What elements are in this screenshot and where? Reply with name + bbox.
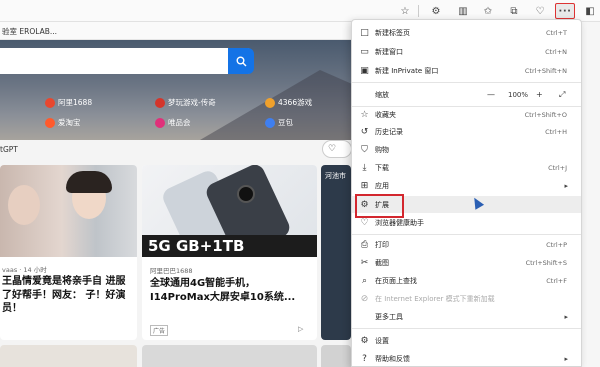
- sidebar-icon[interactable]: ◧: [582, 3, 598, 19]
- menu-item-help[interactable]: ? 帮助和反馈 ▸: [352, 350, 581, 367]
- doubao-icon: [265, 117, 275, 128]
- feed-settings-pill[interactable]: ♡: [322, 140, 352, 158]
- window-icon: ▭: [360, 46, 369, 57]
- zoom-level: 100%: [508, 90, 529, 99]
- quick-link-doubao[interactable]: 豆包: [265, 117, 293, 128]
- collections-icon[interactable]: ⧉: [506, 3, 522, 19]
- hair-shape: [66, 171, 112, 193]
- ad-source: 阿里巴巴1688: [150, 267, 193, 275]
- news-image: [0, 165, 137, 257]
- quick-link-1688[interactable]: 阿里1688: [45, 97, 92, 108]
- news-card-partial[interactable]: 河池市: [321, 165, 351, 340]
- camera-shape: [237, 185, 255, 203]
- 1688-icon: [45, 97, 55, 108]
- menu-item-new-window[interactable]: ▭ 新建窗口 Ctrl+N: [352, 43, 581, 60]
- ad-card[interactable]: 5G GB+1TB 阿里巴巴1688 全球通用4G智能手机， I14ProMax…: [142, 165, 317, 340]
- scissors-icon: ✂: [360, 257, 369, 268]
- menu-item-shopping[interactable]: ⛉ 购物: [352, 141, 581, 158]
- browser-essentials-icon[interactable]: ♡: [532, 3, 548, 19]
- search-icon: [236, 56, 246, 66]
- zoom-out-button[interactable]: —: [487, 90, 495, 99]
- menu-item-print[interactable]: ⎙ 打印 Ctrl+P: [352, 236, 581, 253]
- menu-item-favorites[interactable]: ☆ 收藏夹 Ctrl+Shift+O: [352, 106, 581, 123]
- news-title[interactable]: 王晶情爱竟是将亲手自 进服了好帮手！网友： 子！好演员！: [2, 275, 134, 316]
- news-card[interactable]: [142, 345, 317, 367]
- news-card[interactable]: [0, 345, 137, 367]
- fullscreen-icon[interactable]: ⤢: [559, 90, 565, 100]
- ie-icon: ⊘: [360, 293, 369, 304]
- star-icon[interactable]: ☆: [397, 3, 413, 19]
- taobao-icon: [45, 117, 55, 128]
- settings-more-button[interactable]: ···: [555, 3, 575, 19]
- settings-menu: □ 新建标签页 Ctrl+T ▭ 新建窗口 Ctrl+N ▣ 新建 InPrivate 窗…: [351, 19, 582, 367]
- favorites-icon: ☆: [360, 109, 369, 120]
- news-card[interactable]: vaas · 14 小时 王晶情爱竟是将亲手自 进服了好帮手！网友： 子！好演员…: [0, 165, 137, 340]
- chevron-right-icon: ▸: [564, 354, 568, 363]
- download-icon: ⤓: [362, 162, 367, 173]
- menu-item-more-tools[interactable]: 更多工具 ▸: [352, 308, 581, 325]
- heart-pulse-icon: ♡: [360, 217, 369, 228]
- menu-separator: [352, 234, 581, 235]
- news-source: vaas · 14 小时: [2, 266, 47, 274]
- shopping-icon: ⛉: [361, 144, 368, 155]
- separator: [418, 5, 419, 17]
- search-button[interactable]: [228, 48, 254, 74]
- apps-icon: ⊞: [360, 180, 369, 191]
- feed-bottom-row: [0, 345, 351, 367]
- inprivate-icon: ▣: [360, 65, 369, 76]
- menu-item-find[interactable]: ⌕ 在页面上查找 Ctrl+F: [352, 272, 581, 289]
- gear-icon: ⚙: [360, 335, 369, 346]
- ad-title[interactable]: 全球通用4G智能手机， I14ProMax大屏安卓10系统...: [150, 277, 315, 304]
- menu-item-history[interactable]: ↺ 历史记录 Ctrl+H: [352, 123, 581, 140]
- chevron-right-icon: ▸: [564, 312, 568, 321]
- heart-icon: ♡: [328, 144, 337, 154]
- new-tab-icon: □: [360, 27, 369, 38]
- favorites-icon[interactable]: ✩: [480, 3, 496, 19]
- help-icon: ?: [362, 353, 367, 364]
- scrollbar[interactable]: [582, 22, 600, 367]
- print-icon: ⎙: [360, 239, 369, 250]
- card-label: 河池市: [325, 172, 346, 180]
- vip-icon: [155, 117, 165, 128]
- ad-badge: 广告: [150, 325, 169, 336]
- menu-item-new-tab[interactable]: □ 新建标签页 Ctrl+T: [352, 24, 581, 41]
- menu-item-settings[interactable]: ⚙ 设置: [352, 332, 581, 349]
- find-icon: ⌕: [361, 275, 368, 286]
- news-card[interactable]: [321, 345, 351, 367]
- menu-separator: [352, 328, 581, 329]
- menu-item-ie-mode: ⊘ 在 Internet Explorer 模式下重新加载: [360, 293, 495, 304]
- quick-link-vip[interactable]: 唯品会: [155, 117, 191, 128]
- menu-separator: [352, 82, 581, 83]
- menu-item-apps[interactable]: ⊞ 应用 ▸: [352, 177, 581, 194]
- ad-banner: 5G GB+1TB: [142, 235, 317, 257]
- split-screen-icon[interactable]: ▥: [455, 3, 471, 19]
- game-icon: [155, 97, 165, 108]
- quick-link-4366[interactable]: 4366游戏: [265, 97, 312, 108]
- phone-image: 5G GB+1TB: [142, 165, 317, 259]
- history-icon: ↺: [360, 126, 369, 137]
- menu-zoom-row: 缩放 — 100% + ⤢: [375, 89, 566, 100]
- zoom-in-button[interactable]: +: [536, 90, 543, 99]
- 4366-icon: [265, 97, 275, 108]
- menu-item-inprivate[interactable]: ▣ 新建 InPrivate 窗口 Ctrl+Shift+N: [352, 62, 581, 79]
- favorites-item[interactable]: 验室 EROLAB...: [2, 26, 57, 37]
- chevron-right-icon: ▸: [564, 181, 568, 190]
- feed-topic-label[interactable]: tGPT: [0, 145, 18, 154]
- menu-item-browser-essentials[interactable]: ♡ 浏览器健康助手: [352, 214, 581, 231]
- search-input[interactable]: [0, 48, 253, 74]
- play-icon[interactable]: ▷: [298, 325, 303, 333]
- menu-item-downloads[interactable]: ⤓ 下载 Ctrl+J: [352, 159, 581, 176]
- quick-link-aitaobao[interactable]: 爱淘宝: [45, 117, 81, 128]
- extension-icon[interactable]: ⚙: [428, 3, 444, 19]
- menu-item-screenshot[interactable]: ✂ 截图 Ctrl+Shift+S: [352, 254, 581, 271]
- quick-link-game[interactable]: 梦玩游戏-传奇: [155, 97, 216, 108]
- person-image: [8, 185, 40, 225]
